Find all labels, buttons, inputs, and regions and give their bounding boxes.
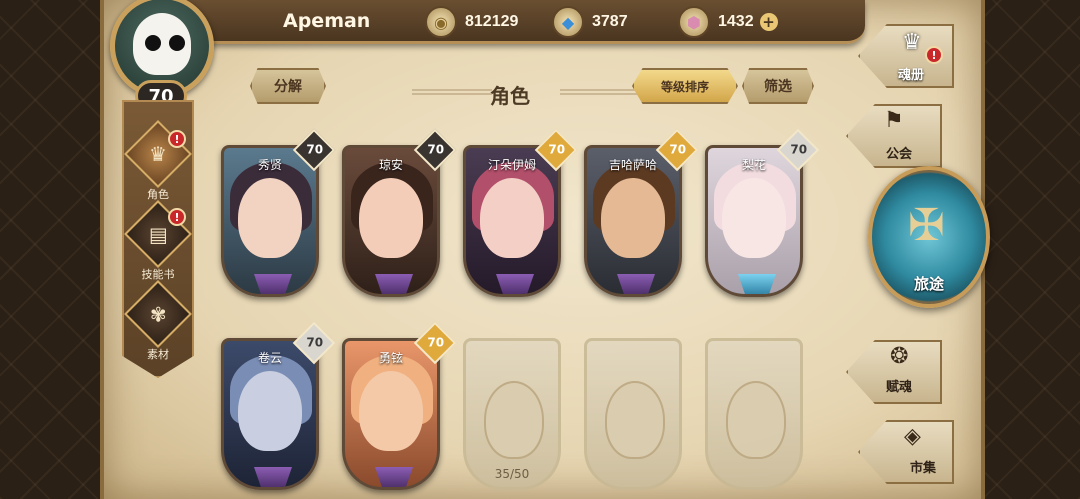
- character-card[interactable]: 勇铉 70: [342, 321, 457, 490]
- character-card[interactable]: 吉哈萨哈 70: [584, 128, 699, 297]
- card-level: 70: [548, 142, 566, 157]
- card-portrait: [238, 178, 302, 258]
- purple-gem-icon: [254, 467, 292, 487]
- crystal-amount: 3787: [592, 13, 628, 30]
- market-gem-icon: ◈: [904, 424, 921, 449]
- gold-amount: 812129: [465, 13, 519, 30]
- purple-gem-icon: [254, 274, 292, 294]
- journey-button[interactable]: ✠ 旅途: [868, 166, 990, 308]
- level-sort-button[interactable]: 等级排序: [632, 68, 738, 104]
- locked-character-card[interactable]: [584, 338, 682, 490]
- pink-gem-icon: ⬢: [678, 6, 710, 38]
- nav-label-material: 素材: [147, 348, 169, 361]
- currency-crystal[interactable]: ◆ 3787: [552, 6, 628, 38]
- nav-label-soul-book: 魂册: [898, 68, 925, 83]
- character-icon: ♛: [124, 120, 192, 188]
- avatar-eye-left: [145, 35, 161, 51]
- locked-character-card[interactable]: 35/50: [463, 338, 561, 490]
- card-frame: 卷云: [221, 338, 319, 490]
- shard-count: 35/50: [494, 467, 530, 481]
- soul-book-icon: ♛: [902, 30, 922, 55]
- material-icon: ✾: [124, 280, 192, 348]
- locked-portrait: [726, 381, 786, 459]
- currency-gold[interactable]: ◉ 812129: [425, 6, 518, 38]
- card-frame: [584, 338, 682, 490]
- nav-item-material[interactable]: ✾ 素材: [124, 280, 192, 362]
- soul-book-alert-badge: !: [925, 46, 943, 64]
- gold-coin-icon: ◉: [425, 6, 457, 38]
- card-frame: 勇铉: [342, 338, 440, 490]
- card-portrait: [359, 178, 423, 258]
- card-frame: 秀贤: [221, 145, 319, 297]
- character-card[interactable]: 卷云 70: [221, 321, 336, 490]
- card-frame: 汀朵伊姆: [463, 145, 561, 297]
- page-title: 角色: [490, 84, 530, 108]
- guild-icon: ⚑: [884, 108, 904, 133]
- locked-portrait: [484, 381, 544, 459]
- purple-gem-icon: [617, 274, 655, 294]
- card-portrait: [480, 178, 544, 258]
- character-card[interactable]: 梨花 70: [705, 128, 820, 297]
- character-card[interactable]: 秀贤 70: [221, 128, 336, 297]
- locked-portrait: [605, 381, 665, 459]
- journey-emblem-icon: ✠: [908, 200, 945, 251]
- nav-label-journey: 旅途: [913, 275, 944, 293]
- locked-character-card[interactable]: [705, 338, 803, 490]
- card-frame: 35/50: [463, 338, 561, 490]
- purple-gem-icon: [375, 274, 413, 294]
- card-level: 70: [427, 142, 445, 157]
- spirit-swirl-icon: ❂: [890, 344, 909, 369]
- player-name: Apeman: [283, 10, 371, 32]
- purple-gem-icon: [496, 274, 534, 294]
- card-frame: [705, 338, 803, 490]
- gem-amount: 1432: [718, 13, 754, 30]
- card-portrait: [722, 178, 786, 258]
- nav-label-market: 市集: [910, 461, 937, 476]
- purple-gem-icon: [375, 467, 413, 487]
- card-portrait: [238, 371, 302, 451]
- nav-label-guild: 公会: [886, 147, 913, 162]
- title-ornament-right: [560, 89, 640, 95]
- add-gem-button[interactable]: +: [759, 13, 778, 31]
- card-portrait: [359, 371, 423, 451]
- card-level: 70: [790, 142, 808, 157]
- card-frame: 梨花: [705, 145, 803, 297]
- character-alert-badge: !: [168, 130, 186, 148]
- player-avatar-container[interactable]: 70: [100, 0, 220, 112]
- card-level: 70: [427, 335, 445, 350]
- card-frame: 琼安: [342, 145, 440, 297]
- avatar-eye-right: [169, 35, 185, 51]
- skill-book-alert-badge: !: [168, 208, 186, 226]
- card-frame: 吉哈萨哈: [584, 145, 682, 297]
- card-level: 70: [306, 142, 324, 157]
- blue-gem-icon: [738, 274, 776, 294]
- currency-gem[interactable]: ⬢ 1432 +: [678, 6, 778, 38]
- character-card[interactable]: 汀朵伊姆 70: [463, 128, 578, 297]
- blue-crystal-icon: ◆: [552, 6, 584, 38]
- filter-button[interactable]: 筛选: [742, 68, 814, 104]
- decompose-button[interactable]: 分解: [250, 68, 326, 104]
- card-level: 70: [306, 335, 324, 350]
- card-portrait: [601, 178, 665, 258]
- nav-label-spirit: 赋魂: [886, 380, 913, 395]
- card-level: 70: [669, 142, 687, 157]
- character-card[interactable]: 琼安 70: [342, 128, 457, 297]
